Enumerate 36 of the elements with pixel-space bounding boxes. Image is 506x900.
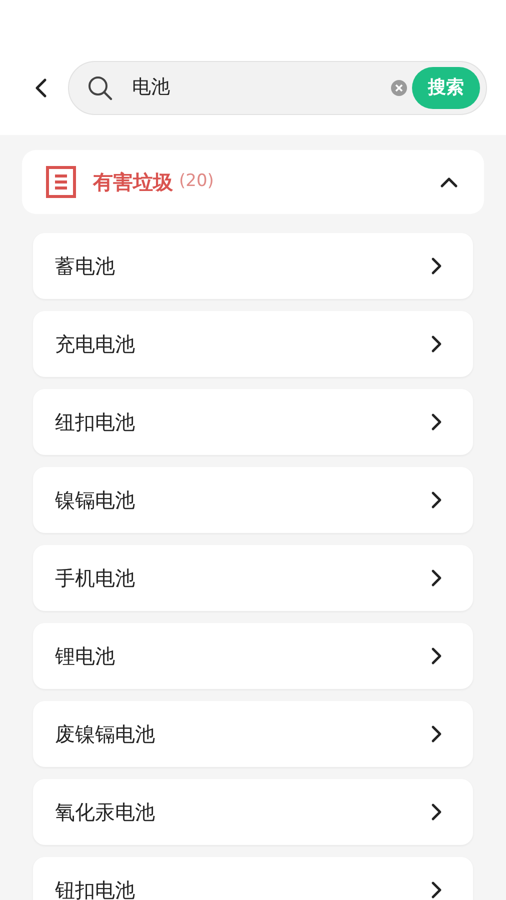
item-row[interactable]: 氧化汞电池 xyxy=(33,779,473,845)
item-label: 钮扣电池 xyxy=(55,877,136,900)
chevron-right-icon xyxy=(431,647,443,665)
search-icon xyxy=(87,74,113,100)
chevron-right-icon xyxy=(431,335,443,353)
chevron-right-icon xyxy=(431,491,443,509)
chevron-right-icon xyxy=(431,413,443,431)
list-icon xyxy=(46,166,76,198)
chevron-right-icon xyxy=(431,257,443,275)
clear-icon[interactable] xyxy=(390,78,408,96)
item-row[interactable]: 纽扣电池 xyxy=(33,389,473,455)
item-row[interactable]: 镍镉电池 xyxy=(33,467,473,533)
chevron-right-icon xyxy=(431,725,443,743)
category-header[interactable]: 有害垃圾 (20) xyxy=(22,150,484,214)
item-label: 氧化汞电池 xyxy=(55,799,156,826)
item-label: 废镍镉电池 xyxy=(55,721,156,748)
search-text: 电池 xyxy=(132,75,171,100)
item-label: 锂电池 xyxy=(55,643,116,670)
chevron-right-icon xyxy=(431,881,443,899)
item-row[interactable]: 钮扣电池 xyxy=(33,857,473,900)
item-row[interactable]: 锂电池 xyxy=(33,623,473,689)
item-label: 手机电池 xyxy=(55,565,136,592)
chevron-right-icon xyxy=(431,803,443,821)
category-count: (20) xyxy=(179,170,214,194)
item-label: 镍镉电池 xyxy=(55,487,136,514)
item-row[interactable]: 手机电池 xyxy=(33,545,473,611)
item-label: 纽扣电池 xyxy=(55,409,136,436)
item-row[interactable]: 充电电池 xyxy=(33,311,473,377)
category-title: 有害垃圾 xyxy=(93,169,173,196)
search-field[interactable]: 电池 搜索 xyxy=(68,60,487,114)
item-row[interactable]: 蓄电池 xyxy=(33,233,473,299)
item-row[interactable]: 废镍镉电池 xyxy=(33,701,473,767)
chevron-right-icon xyxy=(431,569,443,587)
item-label: 蓄电池 xyxy=(55,253,116,280)
chevron-icon[interactable] xyxy=(440,176,458,188)
item-label: 充电电池 xyxy=(55,331,136,358)
